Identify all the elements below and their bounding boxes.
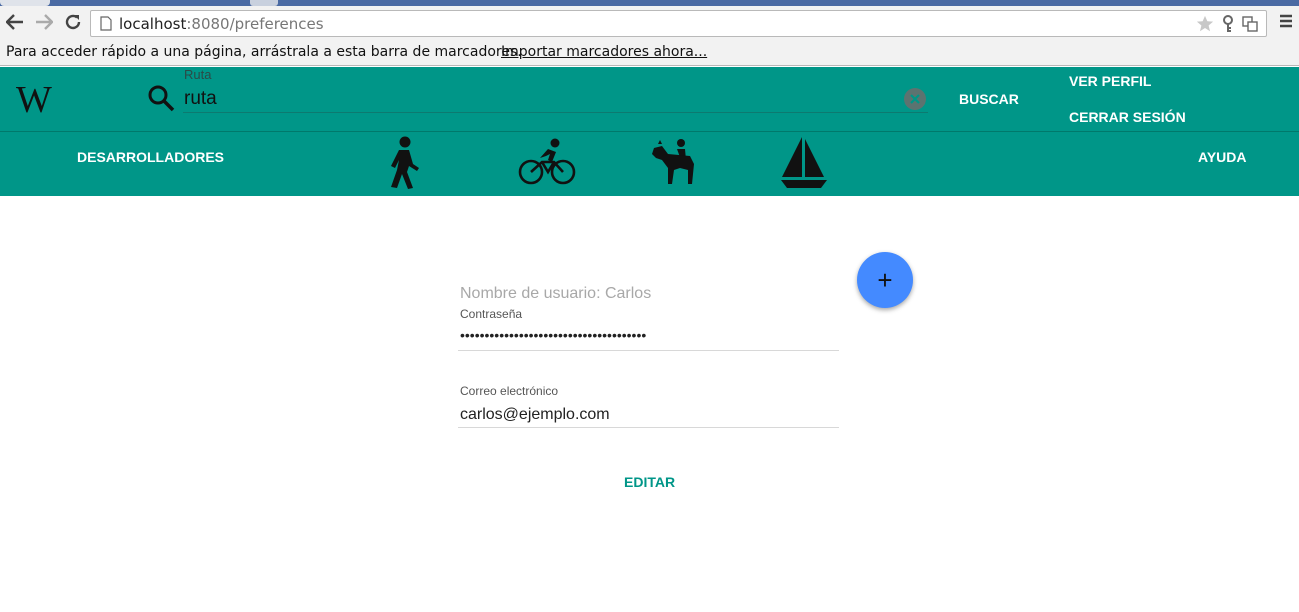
app-header: W Ruta BUSCAR VER PERFIL CERRAR SESIÓN	[0, 67, 1299, 131]
import-bookmarks-link[interactable]: Importar marcadores ahora...	[501, 44, 707, 60]
add-button[interactable]: +	[857, 252, 913, 308]
password-label: Contraseña	[460, 307, 523, 321]
sailing-icon[interactable]	[780, 135, 828, 189]
activity-nav: DESARROLLADORES AYUDA	[0, 131, 1299, 196]
walking-icon[interactable]	[385, 136, 425, 190]
email-label: Correo electrónico	[460, 384, 559, 398]
search-icon[interactable]	[147, 84, 175, 112]
bookmarks-bar: Para acceder rápido a una página, arrást…	[0, 40, 1299, 66]
view-profile-link[interactable]: VER PERFIL	[1069, 73, 1151, 89]
search-label: Ruta	[184, 67, 212, 82]
url-text: localhost:8080/preferences	[119, 15, 324, 33]
reload-button[interactable]	[62, 10, 84, 34]
page-icon	[100, 16, 112, 31]
horse-riding-icon[interactable]	[650, 138, 698, 186]
forward-button[interactable]	[33, 10, 55, 34]
browser-toolbar: localhost:8080/preferences	[0, 6, 1299, 40]
translate-icon[interactable]	[1242, 16, 1258, 32]
cycling-icon[interactable]	[518, 138, 576, 186]
email-field[interactable]	[458, 402, 839, 428]
clear-search-icon[interactable]	[904, 88, 926, 110]
back-arrow-icon	[6, 14, 23, 30]
back-button[interactable]	[4, 10, 26, 34]
search-input[interactable]	[183, 85, 928, 113]
search-button[interactable]: BUSCAR	[959, 91, 1019, 107]
developers-link[interactable]: DESARROLLADORES	[77, 149, 224, 165]
logout-link[interactable]: CERRAR SESIÓN	[1069, 109, 1186, 125]
help-link[interactable]: AYUDA	[1198, 149, 1247, 165]
edit-button[interactable]: EDITAR	[624, 474, 675, 490]
browser-menu-icon[interactable]	[1279, 14, 1293, 28]
key-icon[interactable]	[1222, 15, 1234, 33]
bookmarks-message: Para acceder rápido a una página, arrást…	[6, 44, 522, 60]
wikipedia-logo[interactable]: W	[16, 81, 52, 119]
reload-icon	[65, 14, 81, 30]
username-label: Nombre de usuario: Carlos	[460, 285, 652, 302]
password-value: ••••••••••••••••••••••••••••••••••••••	[460, 327, 647, 343]
address-bar[interactable]: localhost:8080/preferences	[90, 10, 1267, 37]
forward-arrow-icon	[36, 14, 53, 30]
bookmark-star-icon[interactable]	[1196, 15, 1214, 33]
